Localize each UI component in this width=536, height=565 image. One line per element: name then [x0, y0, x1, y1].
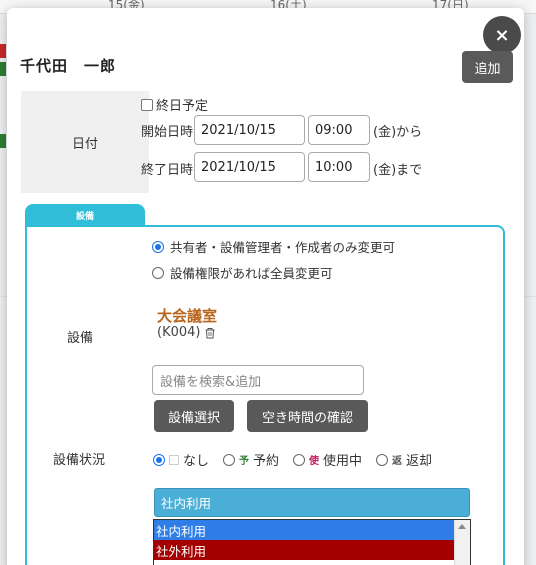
permission-option-label: 共有者・設備管理者・作成者のみ変更可 [170, 240, 396, 255]
equipment-status-options: なし 予 予約 使 使用中 返 返却 [153, 450, 446, 469]
usage-option[interactable]: 社内利用 [154, 520, 455, 540]
status-option-label: 返却 [406, 454, 433, 469]
end-suffix: (金)まで [373, 163, 423, 178]
calendar-event-marker [0, 44, 6, 58]
status-option-label: なし [183, 454, 210, 469]
equipment-select-button[interactable]: 設備選択 [154, 400, 234, 432]
permission-option-label: 設備権限があれば全員変更可 [170, 266, 333, 281]
usage-type-listbox[interactable]: 社内利用 社外利用 [153, 519, 471, 565]
schedule-modal: × 千代田 一郎 追加 日付 終日予定 開始日時 2021/10/15 09:0… [7, 8, 524, 565]
room-code: (K004) [157, 325, 201, 340]
room-code-row: (K004) [157, 325, 216, 340]
add-button[interactable]: 追加 [462, 51, 513, 83]
trash-icon[interactable] [204, 327, 216, 339]
radio-unselected[interactable] [376, 453, 389, 466]
equipment-status-label: 設備状況 [53, 453, 106, 468]
date-label: 日付 [71, 136, 98, 152]
user-name: 千代田 一郎 [20, 57, 117, 75]
allday-label: 終日予定 [156, 99, 209, 114]
permission-option-restricted[interactable]: 共有者・設備管理者・作成者のみ変更可 [152, 237, 395, 256]
usage-type-select[interactable]: 社内利用 [154, 488, 470, 517]
status-option-returned[interactable]: 返 返却 [376, 450, 432, 469]
calendar-event-marker [0, 134, 6, 148]
equipment-search-input[interactable]: 設備を検索&追加 [152, 365, 364, 395]
usage-option[interactable]: 社外利用 [154, 540, 455, 560]
listbox-scrollbar[interactable] [454, 520, 470, 565]
calendar-event-marker [0, 62, 6, 76]
end-time-input[interactable]: 10:00 [308, 152, 370, 182]
allday-checkbox-box[interactable] [141, 98, 153, 111]
radio-unselected[interactable] [293, 453, 306, 466]
status-option-none[interactable]: なし [153, 450, 209, 469]
start-time-input[interactable]: 09:00 [308, 115, 370, 145]
status-option-label: 予約 [253, 454, 280, 469]
permission-option-all[interactable]: 設備権限があれば全員変更可 [152, 263, 333, 282]
date-section-label: 日付 [21, 91, 149, 193]
start-suffix: (金)から [373, 125, 423, 140]
status-none-icon [169, 454, 179, 465]
tab-equipment[interactable]: 設備 [25, 204, 145, 226]
status-option-in-use[interactable]: 使 使用中 [293, 450, 362, 469]
returned-mark-icon: 返 [392, 456, 403, 467]
room-name: 大会議室 [157, 307, 218, 325]
equipment-field-label: 設備 [67, 331, 94, 346]
close-button[interactable]: × [483, 16, 521, 54]
close-icon: × [494, 24, 510, 46]
scroll-up-icon[interactable] [458, 524, 466, 529]
reserved-mark-icon: 予 [239, 456, 250, 467]
in-use-mark-icon: 使 [309, 456, 320, 467]
radio-unselected[interactable] [223, 453, 236, 466]
start-datetime-label: 開始日時 [141, 125, 194, 140]
allday-checkbox[interactable]: 終日予定 [141, 95, 208, 114]
radio-selected[interactable] [153, 453, 165, 466]
status-option-label: 使用中 [323, 454, 363, 469]
end-date-input[interactable]: 2021/10/15 [194, 152, 305, 182]
status-option-reserved[interactable]: 予 予約 [223, 450, 279, 469]
radio-unselected[interactable] [152, 266, 164, 279]
availability-check-button[interactable]: 空き時間の確認 [247, 400, 368, 432]
start-date-input[interactable]: 2021/10/15 [194, 115, 305, 145]
radio-selected[interactable] [152, 240, 164, 253]
end-datetime-label: 終了日時 [141, 163, 194, 178]
